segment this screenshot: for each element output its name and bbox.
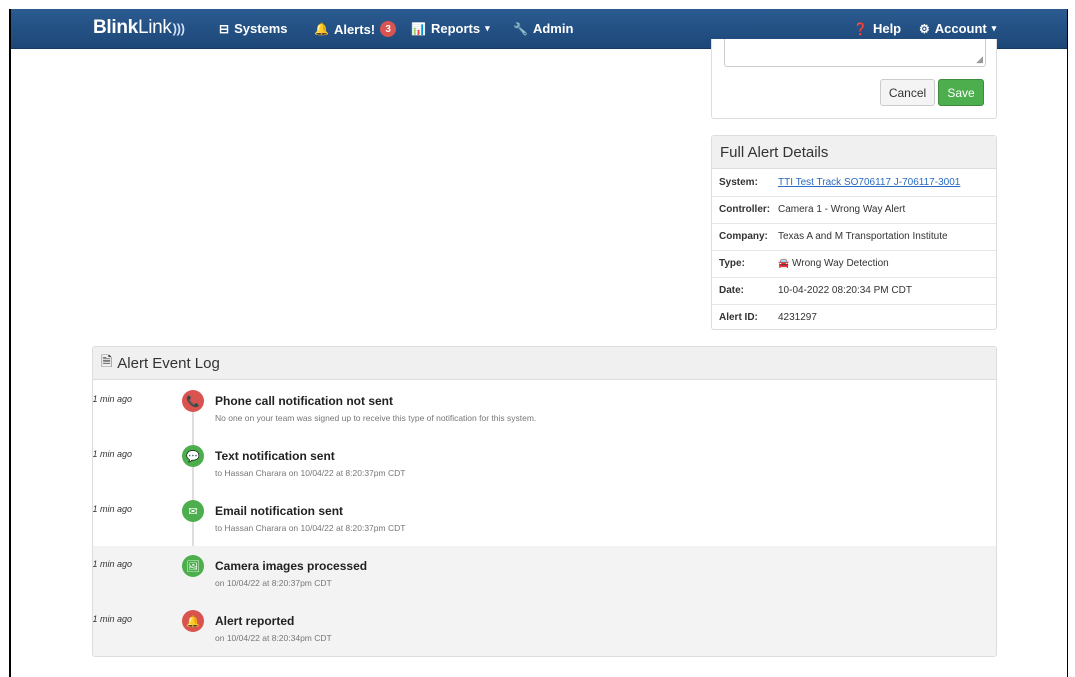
- app-frame: BlinkLink))) ⊟ Systems 🔔 Alerts! 3 📊 Rep…: [9, 9, 1068, 677]
- wrench-icon: 🔧: [513, 21, 528, 36]
- log-time: 1 min ago: [92, 394, 132, 404]
- log-title: Phone call notification not sent: [215, 394, 394, 408]
- nav-reports-label: Reports: [430, 21, 481, 36]
- detail-key: Type:: [719, 258, 745, 269]
- log-title: Email notification sent: [215, 504, 344, 518]
- wrong-way-car-icon: 🚘: [778, 258, 790, 268]
- log-title: Camera images processed: [215, 559, 368, 573]
- question-circle-icon: ❓: [853, 21, 868, 36]
- nav-reports[interactable]: 📊 Reports ▾: [411, 21, 490, 36]
- log-time: 1 min ago: [92, 559, 132, 569]
- log-entry: 1 min ago 📞 Phone call notification not …: [93, 381, 996, 436]
- log-subtitle: to Hassan Charara on 10/04/22 at 8:20:37…: [215, 468, 406, 478]
- save-button[interactable]: Save: [938, 79, 984, 106]
- bar-chart-icon: 📊: [411, 21, 426, 36]
- alert-details-title: Full Alert Details: [712, 136, 996, 169]
- log-entry: 1 min ago 🖼 Camera images processed on 1…: [93, 546, 996, 601]
- log-entry: 1 min ago 💬 Text notification sent to Ha…: [93, 436, 996, 491]
- server-icon: ⊟: [219, 21, 230, 36]
- log-entry: 1 min ago 🔔 Alert reported on 10/04/22 a…: [93, 601, 996, 656]
- resize-handle-icon[interactable]: ◢: [976, 54, 983, 65]
- brand-light-text: Link: [137, 17, 172, 38]
- detail-value: Texas A and M Transportation Institute: [778, 231, 948, 242]
- detail-key: Date:: [719, 285, 745, 296]
- alert-details-table: System: TTI Test Track SO706117 J-706117…: [712, 169, 996, 331]
- bell-icon: 🔔: [314, 22, 329, 36]
- bell-icon: 🔔: [182, 610, 204, 632]
- nav-admin-label: Admin: [532, 21, 574, 36]
- detail-key: System:: [719, 176, 758, 188]
- event-log-list: 1 min ago 📞 Phone call notification not …: [93, 381, 996, 656]
- detail-key: Controller:: [719, 204, 771, 215]
- nav-help-label: Help: [872, 21, 902, 36]
- detail-row-system: System: TTI Test Track SO706117 J-706117…: [712, 169, 996, 196]
- cancel-button[interactable]: Cancel: [880, 79, 935, 106]
- log-subtitle: No one on your team was signed up to rec…: [215, 413, 537, 423]
- chevron-down-icon: ▾: [485, 23, 490, 33]
- detail-row-alert-id: Alert ID: 4231297: [712, 304, 996, 331]
- nav-account-label: Account: [934, 21, 987, 36]
- log-entry: 1 min ago ✉ Email notification sent to H…: [93, 491, 996, 546]
- image-icon: 🖼: [182, 555, 204, 577]
- brand-bold-text: Blink: [93, 17, 138, 38]
- log-title: Alert reported: [215, 614, 295, 628]
- detail-key: Company:: [719, 231, 768, 242]
- chat-bubble-icon: 💬: [182, 445, 204, 467]
- event-log-header: 🗎 Alert Event Log: [93, 347, 996, 380]
- alert-details-panel: Full Alert Details System: TTI Test Trac…: [711, 135, 997, 330]
- log-subtitle: on 10/04/22 at 8:20:34pm CDT: [215, 633, 332, 643]
- alerts-count-badge: 3: [380, 21, 397, 37]
- log-subtitle: to Hassan Charara on 10/04/22 at 8:20:37…: [215, 523, 406, 533]
- nav-admin[interactable]: 🔧 Admin: [513, 21, 573, 36]
- nav-systems-label: Systems: [234, 21, 288, 36]
- detail-key: Alert ID:: [719, 312, 758, 324]
- log-subtitle: on 10/04/22 at 8:20:37pm CDT: [215, 578, 332, 588]
- phone-icon: 📞: [182, 390, 204, 412]
- detail-value: Camera 1 - Wrong Way Alert: [778, 204, 906, 215]
- log-title: Text notification sent: [215, 449, 335, 463]
- log-time: 1 min ago: [92, 449, 132, 459]
- envelope-icon: ✉: [182, 500, 204, 522]
- signal-waves-icon: ))): [172, 21, 185, 36]
- nav-alerts-label: Alerts!: [333, 21, 376, 37]
- detail-value: 4231297: [778, 312, 817, 324]
- chevron-down-icon: ▾: [991, 23, 997, 33]
- nav-help[interactable]: ❓ Help: [853, 21, 901, 36]
- nav-account[interactable]: ⚙ Account ▾: [919, 21, 996, 36]
- brand-logo[interactable]: BlinkLink))): [93, 17, 185, 39]
- log-time: 1 min ago: [92, 504, 132, 514]
- event-log-title: Alert Event Log: [117, 354, 220, 372]
- detail-row-type: Type: 🚘 Wrong Way Detection: [712, 250, 996, 277]
- comment-textarea[interactable]: ◢: [724, 39, 986, 67]
- detail-row-date: Date: 10-04-2022 08:20:34 PM CDT: [712, 277, 996, 304]
- system-link[interactable]: TTI Test Track SO706117 J-706117-3001: [778, 177, 960, 188]
- log-time: 1 min ago: [92, 614, 132, 624]
- detail-row-company: Company: Texas A and M Transportation In…: [712, 223, 996, 250]
- detail-row-controller: Controller: Camera 1 - Wrong Way Alert: [712, 196, 996, 223]
- nav-systems[interactable]: ⊟ Systems: [219, 21, 288, 36]
- nav-alerts[interactable]: 🔔 Alerts! 3: [314, 21, 397, 37]
- document-icon: 🗎: [101, 353, 113, 369]
- detail-value: Wrong Way Detection: [792, 258, 889, 269]
- event-log-panel: 🗎 Alert Event Log 1 min ago 📞 Phone call…: [92, 346, 997, 657]
- gear-icon: ⚙: [919, 21, 930, 36]
- detail-value: 10-04-2022 08:20:34 PM CDT: [778, 285, 912, 296]
